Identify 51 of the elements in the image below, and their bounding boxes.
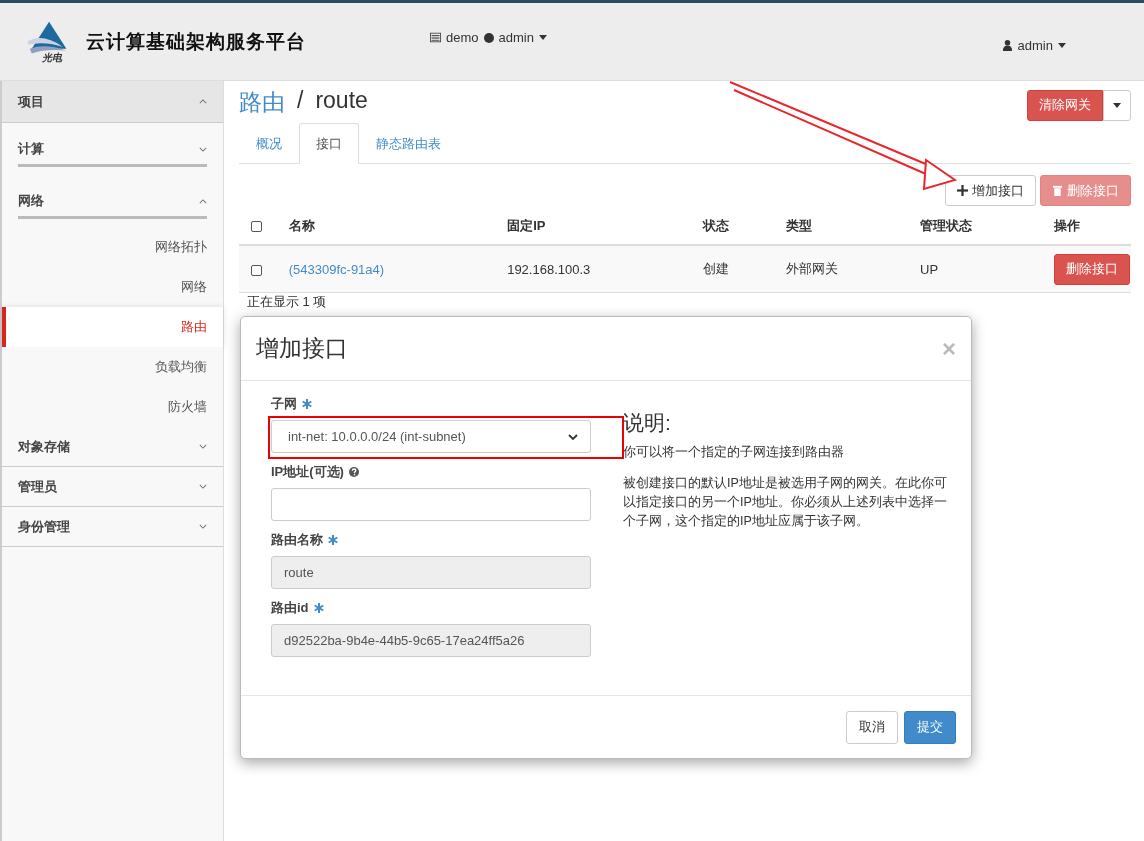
chevron-icon xyxy=(199,524,207,529)
tab[interactable]: 静态路由表 xyxy=(359,123,458,164)
input-field[interactable]: route xyxy=(271,556,591,589)
caret-icon xyxy=(1058,43,1066,48)
plus-icon xyxy=(957,185,968,196)
description-title: 说明: xyxy=(623,410,672,436)
delete-interface-button[interactable]: 删除接口 xyxy=(1054,253,1130,285)
chevron-icon xyxy=(568,433,578,440)
caret-icon xyxy=(538,35,547,40)
chevron-icon xyxy=(199,146,207,152)
input-field[interactable] xyxy=(271,488,591,521)
field-label: 路由id xyxy=(271,599,309,617)
page-title: route xyxy=(315,86,368,115)
caret-icon xyxy=(1113,102,1121,108)
chevron-icon xyxy=(199,444,207,449)
tab[interactable]: 概况 xyxy=(239,123,299,164)
select-all-checkbox[interactable] xyxy=(251,221,262,233)
chevron-icon xyxy=(199,484,207,489)
clear-gateway-button[interactable]: 清除网关 xyxy=(1027,89,1103,121)
table-cell: UP xyxy=(920,261,939,277)
chevron-icon xyxy=(199,198,207,204)
table-cell: 创建 xyxy=(703,261,730,276)
sidebar-section[interactable]: 项目 xyxy=(2,81,223,123)
item-count: 正在显示 1 项 xyxy=(246,293,328,311)
user-menu[interactable]: admin xyxy=(1001,38,1066,53)
logo-caption: 光电 xyxy=(42,50,62,65)
dropdown-toggle[interactable] xyxy=(1103,89,1131,121)
user-icon xyxy=(1001,40,1013,51)
sidebar-item[interactable]: 路由 xyxy=(2,307,223,347)
field-label: 子网 xyxy=(271,395,297,413)
field-label: IP地址(可选) xyxy=(271,463,344,481)
trash-icon xyxy=(1052,185,1063,196)
chevron-icon xyxy=(199,99,207,104)
description-text: 被创建接口的默认IP地址是被选用子网的网关。在此你可以指定接口的另一个IP地址。你必须从上述列表中选择一个子网，这个指定的IP地址应属于该子网。 xyxy=(623,475,948,530)
submit-button[interactable]: 提交 xyxy=(904,710,956,744)
dialog-title: 增加接口 xyxy=(256,334,348,363)
table-cell: 192.168.100.3 xyxy=(507,261,591,277)
cancel-button[interactable]: 取消 xyxy=(846,710,898,744)
row-checkbox[interactable] xyxy=(251,264,262,276)
interface-link[interactable]: (543309fc-91a4) xyxy=(288,261,385,277)
subnet-select[interactable]: int-net: 10.0.0.0/24 (int-subnet) xyxy=(271,420,591,453)
input-field[interactable]: d92522ba-9b4e-44b5-9c65-17ea24ff5a26 xyxy=(271,624,591,657)
list-icon xyxy=(430,32,441,43)
tab[interactable]: 接口 xyxy=(299,123,359,164)
field-label: 路由名称 xyxy=(271,531,323,549)
platform-title: 云计算基础架构服务平台 xyxy=(86,29,307,54)
breadcrumb-link[interactable]: 路由 xyxy=(239,86,285,118)
table-cell: 外部网关 xyxy=(786,261,839,276)
project-selector[interactable]: demo admin xyxy=(430,30,547,45)
breadcrumb-separator: / xyxy=(297,86,304,115)
description-text: 你可以将一个指定的子网连接到路由器 xyxy=(623,444,845,461)
